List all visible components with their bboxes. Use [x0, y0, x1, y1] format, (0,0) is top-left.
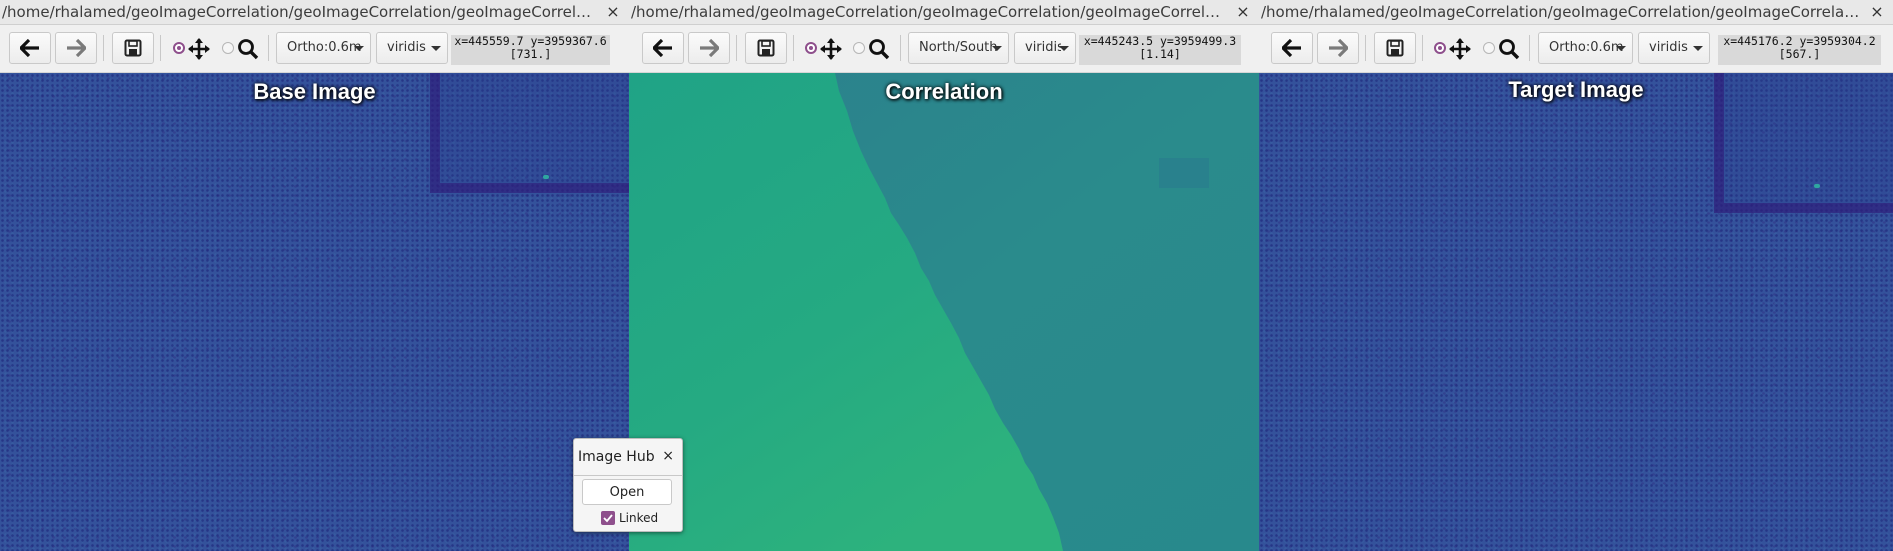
forward-button[interactable] [688, 32, 730, 64]
open-button[interactable]: Open [582, 479, 672, 505]
toolbar: Ortho:0.6m viridis x=445176.2 y=3959304.… [1259, 25, 1893, 73]
chevron-down-icon [1616, 46, 1626, 51]
coordinate-readout: x=445243.5 y=3959499.3 [1.14] [1079, 35, 1241, 65]
colormap-select[interactable]: viridis [1014, 32, 1076, 64]
toolbar-divider [160, 35, 161, 61]
projection-value: Ortho:0.6m [287, 40, 362, 55]
toolbar-divider [900, 35, 901, 61]
magnifier-icon[interactable] [237, 38, 259, 60]
back-button[interactable] [1271, 32, 1313, 64]
move-arrows-icon[interactable] [188, 38, 210, 60]
base-image-window: /home/rhalamed/geoImageCorrelation/geoIm… [0, 0, 629, 551]
save-button[interactable] [112, 32, 154, 64]
arrow-right-icon [1329, 39, 1348, 57]
colormap-value: viridis [387, 40, 426, 55]
projection-value: Ortho:0.6m [1549, 40, 1624, 55]
chevron-down-icon [992, 46, 1002, 51]
correlation-window: /home/rhalamed/geoImageCorrelation/geoIm… [629, 0, 1259, 551]
zoom-mode-radio[interactable] [853, 42, 865, 54]
pan-mode-radio[interactable] [1434, 42, 1446, 54]
image-hub-panel: Image Hub × Open Linked [573, 438, 683, 532]
colormap-value: viridis [1649, 40, 1688, 55]
window-title: /home/rhalamed/geoImageCorrelation/geoIm… [1261, 3, 1863, 21]
image-title: Base Image [253, 79, 376, 104]
projection-select[interactable]: Ortho:0.6m [276, 32, 371, 64]
chevron-down-icon [354, 46, 364, 51]
image-hub-title: Image Hub [578, 449, 655, 465]
window-titlebar[interactable]: /home/rhalamed/geoImageCorrelation/geoIm… [0, 0, 629, 25]
pan-mode-radio[interactable] [173, 42, 185, 54]
colormap-select[interactable]: viridis [376, 32, 448, 64]
magnifier-icon[interactable] [1498, 38, 1520, 60]
projection-select[interactable]: North/South [908, 32, 1009, 64]
zoom-mode-radio[interactable] [222, 42, 234, 54]
forward-button[interactable] [1317, 32, 1359, 64]
close-icon[interactable]: × [1869, 0, 1885, 24]
toolbar-divider [1365, 35, 1366, 61]
target-image-canvas[interactable]: Target Image [1259, 73, 1893, 551]
close-icon[interactable]: × [1235, 0, 1251, 24]
arrow-left-icon [1282, 39, 1301, 57]
window-title: /home/rhalamed/geoImageCorrelation/geoIm… [2, 3, 599, 21]
projection-value: North/South [919, 40, 998, 55]
window-title: /home/rhalamed/geoImageCorrelation/geoIm… [631, 3, 1229, 21]
chevron-down-icon [1693, 46, 1703, 51]
save-button[interactable] [745, 32, 787, 64]
correlation-field [629, 73, 1259, 551]
toolbar-divider [103, 35, 104, 61]
window-titlebar[interactable]: /home/rhalamed/geoImageCorrelation/geoIm… [1259, 0, 1893, 25]
window-titlebar[interactable]: /home/rhalamed/geoImageCorrelation/geoIm… [629, 0, 1259, 25]
back-button[interactable] [642, 32, 684, 64]
coordinate-readout: x=445176.2 y=3959304.2 [567.] [1718, 35, 1881, 65]
coordinate-readout: x=445559.7 y=3959367.6 [731.] [451, 35, 610, 65]
move-arrows-icon[interactable] [1449, 38, 1471, 60]
pan-mode-radio[interactable] [805, 42, 817, 54]
target-image-window: /home/rhalamed/geoImageCorrelation/geoIm… [1259, 0, 1893, 551]
pixel-value: [567.] [1778, 47, 1821, 61]
toolbar-divider [1529, 35, 1530, 61]
base-image-canvas[interactable]: Base Image [0, 73, 629, 551]
pixel-value: [1.14] [1139, 47, 1181, 61]
arrow-right-icon [700, 39, 719, 57]
chevron-down-icon [431, 46, 441, 51]
floppy-disk-icon [1386, 39, 1404, 57]
back-button[interactable] [9, 32, 51, 64]
image-feature [1814, 184, 1820, 188]
close-icon[interactable]: × [662, 448, 674, 464]
colormap-value: viridis [1025, 40, 1061, 55]
toolbar-divider [268, 35, 269, 61]
colormap-select[interactable]: viridis [1638, 32, 1710, 64]
magnifier-icon[interactable] [868, 38, 890, 60]
linked-label: Linked [619, 511, 659, 525]
forward-button[interactable] [55, 32, 97, 64]
checkmark-icon [603, 514, 613, 523]
projection-select[interactable]: Ortho:0.6m [1538, 32, 1633, 64]
save-button[interactable] [1374, 32, 1416, 64]
linked-checkbox[interactable] [601, 511, 615, 525]
toolbar-divider [1422, 35, 1423, 61]
move-arrows-icon[interactable] [820, 38, 842, 60]
toolbar: North/South viridis x=445243.5 y=3959499… [629, 25, 1259, 73]
correlation-canvas[interactable]: Correlation [629, 73, 1259, 551]
close-icon[interactable]: × [605, 0, 621, 24]
toolbar: Ortho:0.6m viridis x=445559.7 y=3959367.… [0, 25, 629, 73]
image-title: Correlation [885, 79, 1003, 104]
zoom-mode-radio[interactable] [1483, 42, 1495, 54]
divider [574, 475, 682, 476]
arrow-right-icon [67, 39, 86, 57]
floppy-disk-icon [757, 39, 775, 57]
chevron-down-icon [1059, 46, 1069, 51]
floppy-disk-icon [124, 39, 142, 57]
pixel-value: [731.] [509, 47, 552, 61]
image-feature [543, 175, 549, 179]
image-title: Target Image [1508, 77, 1644, 102]
arrow-left-icon [653, 39, 672, 57]
toolbar-divider [736, 35, 737, 61]
toolbar-divider [793, 35, 794, 61]
arrow-left-icon [20, 39, 39, 57]
